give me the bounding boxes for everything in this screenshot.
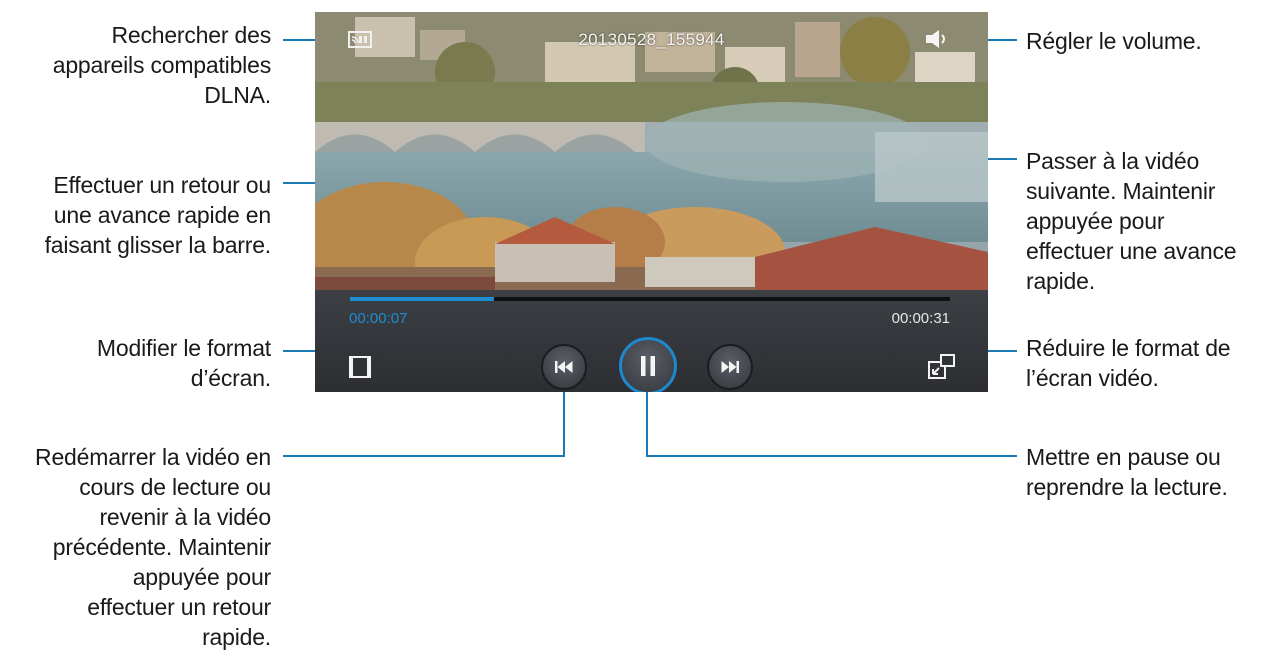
volume-button[interactable] xyxy=(923,28,951,50)
callout-pause: Mettre en pause ou reprendre la lecture. xyxy=(1026,444,1228,500)
total-time: 00:00:31 xyxy=(891,310,950,327)
callout-dlna: Rechercher des appareils compatibles DLN… xyxy=(52,22,271,108)
dlna-button[interactable] xyxy=(347,30,377,50)
previous-track-icon xyxy=(555,361,573,373)
speaker-icon xyxy=(926,30,945,48)
pop-up-play-icon xyxy=(928,354,955,379)
pause-button[interactable] xyxy=(619,337,677,392)
leader-line-previous xyxy=(283,455,565,457)
seek-bar-progress xyxy=(350,297,494,301)
popup-play-button[interactable] xyxy=(927,353,957,381)
callout-next: Passer à la vidéo suivante. Maintenir ap… xyxy=(1026,148,1237,294)
previous-button[interactable] xyxy=(541,344,587,390)
playback-controls: 00:00:07 00:00:31 xyxy=(315,290,988,392)
seek-bar[interactable] xyxy=(350,297,950,301)
aspect-ratio-button[interactable] xyxy=(348,355,372,379)
callout-volume: Régler le volume. xyxy=(1026,28,1202,54)
callout-previous: Redémarrer la vidéo en cours de lecture … xyxy=(35,444,271,650)
pause-icon xyxy=(641,356,655,376)
callout-aspect: Modifier le format d’écran. xyxy=(96,335,271,391)
video-player-screen[interactable]: 20130528_155944 00:00:07 00:00:31 xyxy=(315,12,988,392)
video-title: 20130528_155944 xyxy=(578,30,725,49)
elapsed-time: 00:00:07 xyxy=(349,310,408,327)
next-track-icon xyxy=(721,361,739,373)
callout-popup: Réduire le format de l’écran vidéo. xyxy=(1026,335,1231,391)
dlna-cast-icon xyxy=(348,31,372,48)
next-button[interactable] xyxy=(707,344,753,390)
leader-line-pause xyxy=(646,455,1017,457)
callout-seek: Effectuer un retour ou une avance rapide… xyxy=(44,172,272,258)
screen-format-icon xyxy=(349,356,371,378)
